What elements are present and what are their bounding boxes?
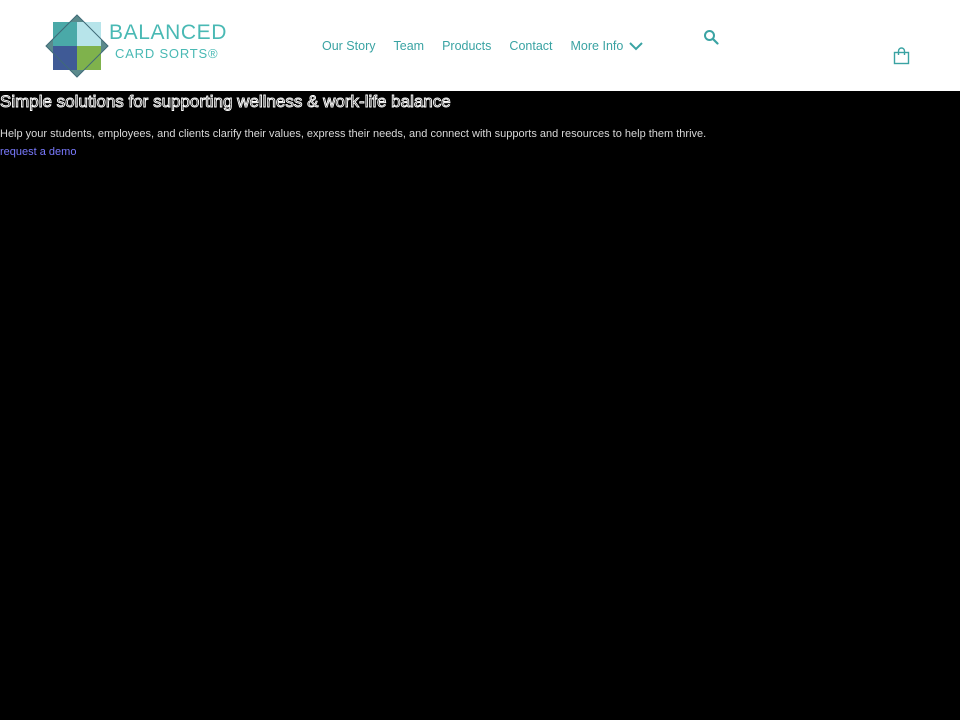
site-header: BALANCED CARD SORTS® Our Story Team Prod…	[0, 0, 960, 91]
logo-wordmark-secondary: CARD SORTS®	[115, 46, 219, 61]
hero-subtitle: Help your students, employees, and clien…	[0, 128, 707, 140]
nav-item-team[interactable]: Team	[394, 39, 425, 53]
hero-title: Simple solutions for supporting wellness…	[0, 92, 451, 112]
search-icon[interactable]	[703, 29, 719, 45]
nav-item-products[interactable]: Products	[442, 39, 491, 53]
chevron-down-icon	[629, 42, 644, 51]
request-demo-link[interactable]: request a demo	[0, 144, 76, 160]
brand-logo[interactable]: BALANCED CARD SORTS®	[44, 13, 234, 79]
nav-item-our-story[interactable]: Our Story	[322, 39, 376, 53]
nav-item-more-info-label: More Info	[570, 39, 624, 53]
logo-mark-icon	[45, 14, 109, 78]
shopping-bag-icon[interactable]	[893, 47, 910, 65]
nav-item-contact[interactable]: Contact	[509, 39, 552, 53]
nav-item-more-info[interactable]: More Info	[571, 39, 644, 53]
logo-wordmark-primary: BALANCED	[109, 21, 228, 44]
main-nav: Our Story Team Products Contact More Inf…	[322, 37, 644, 55]
